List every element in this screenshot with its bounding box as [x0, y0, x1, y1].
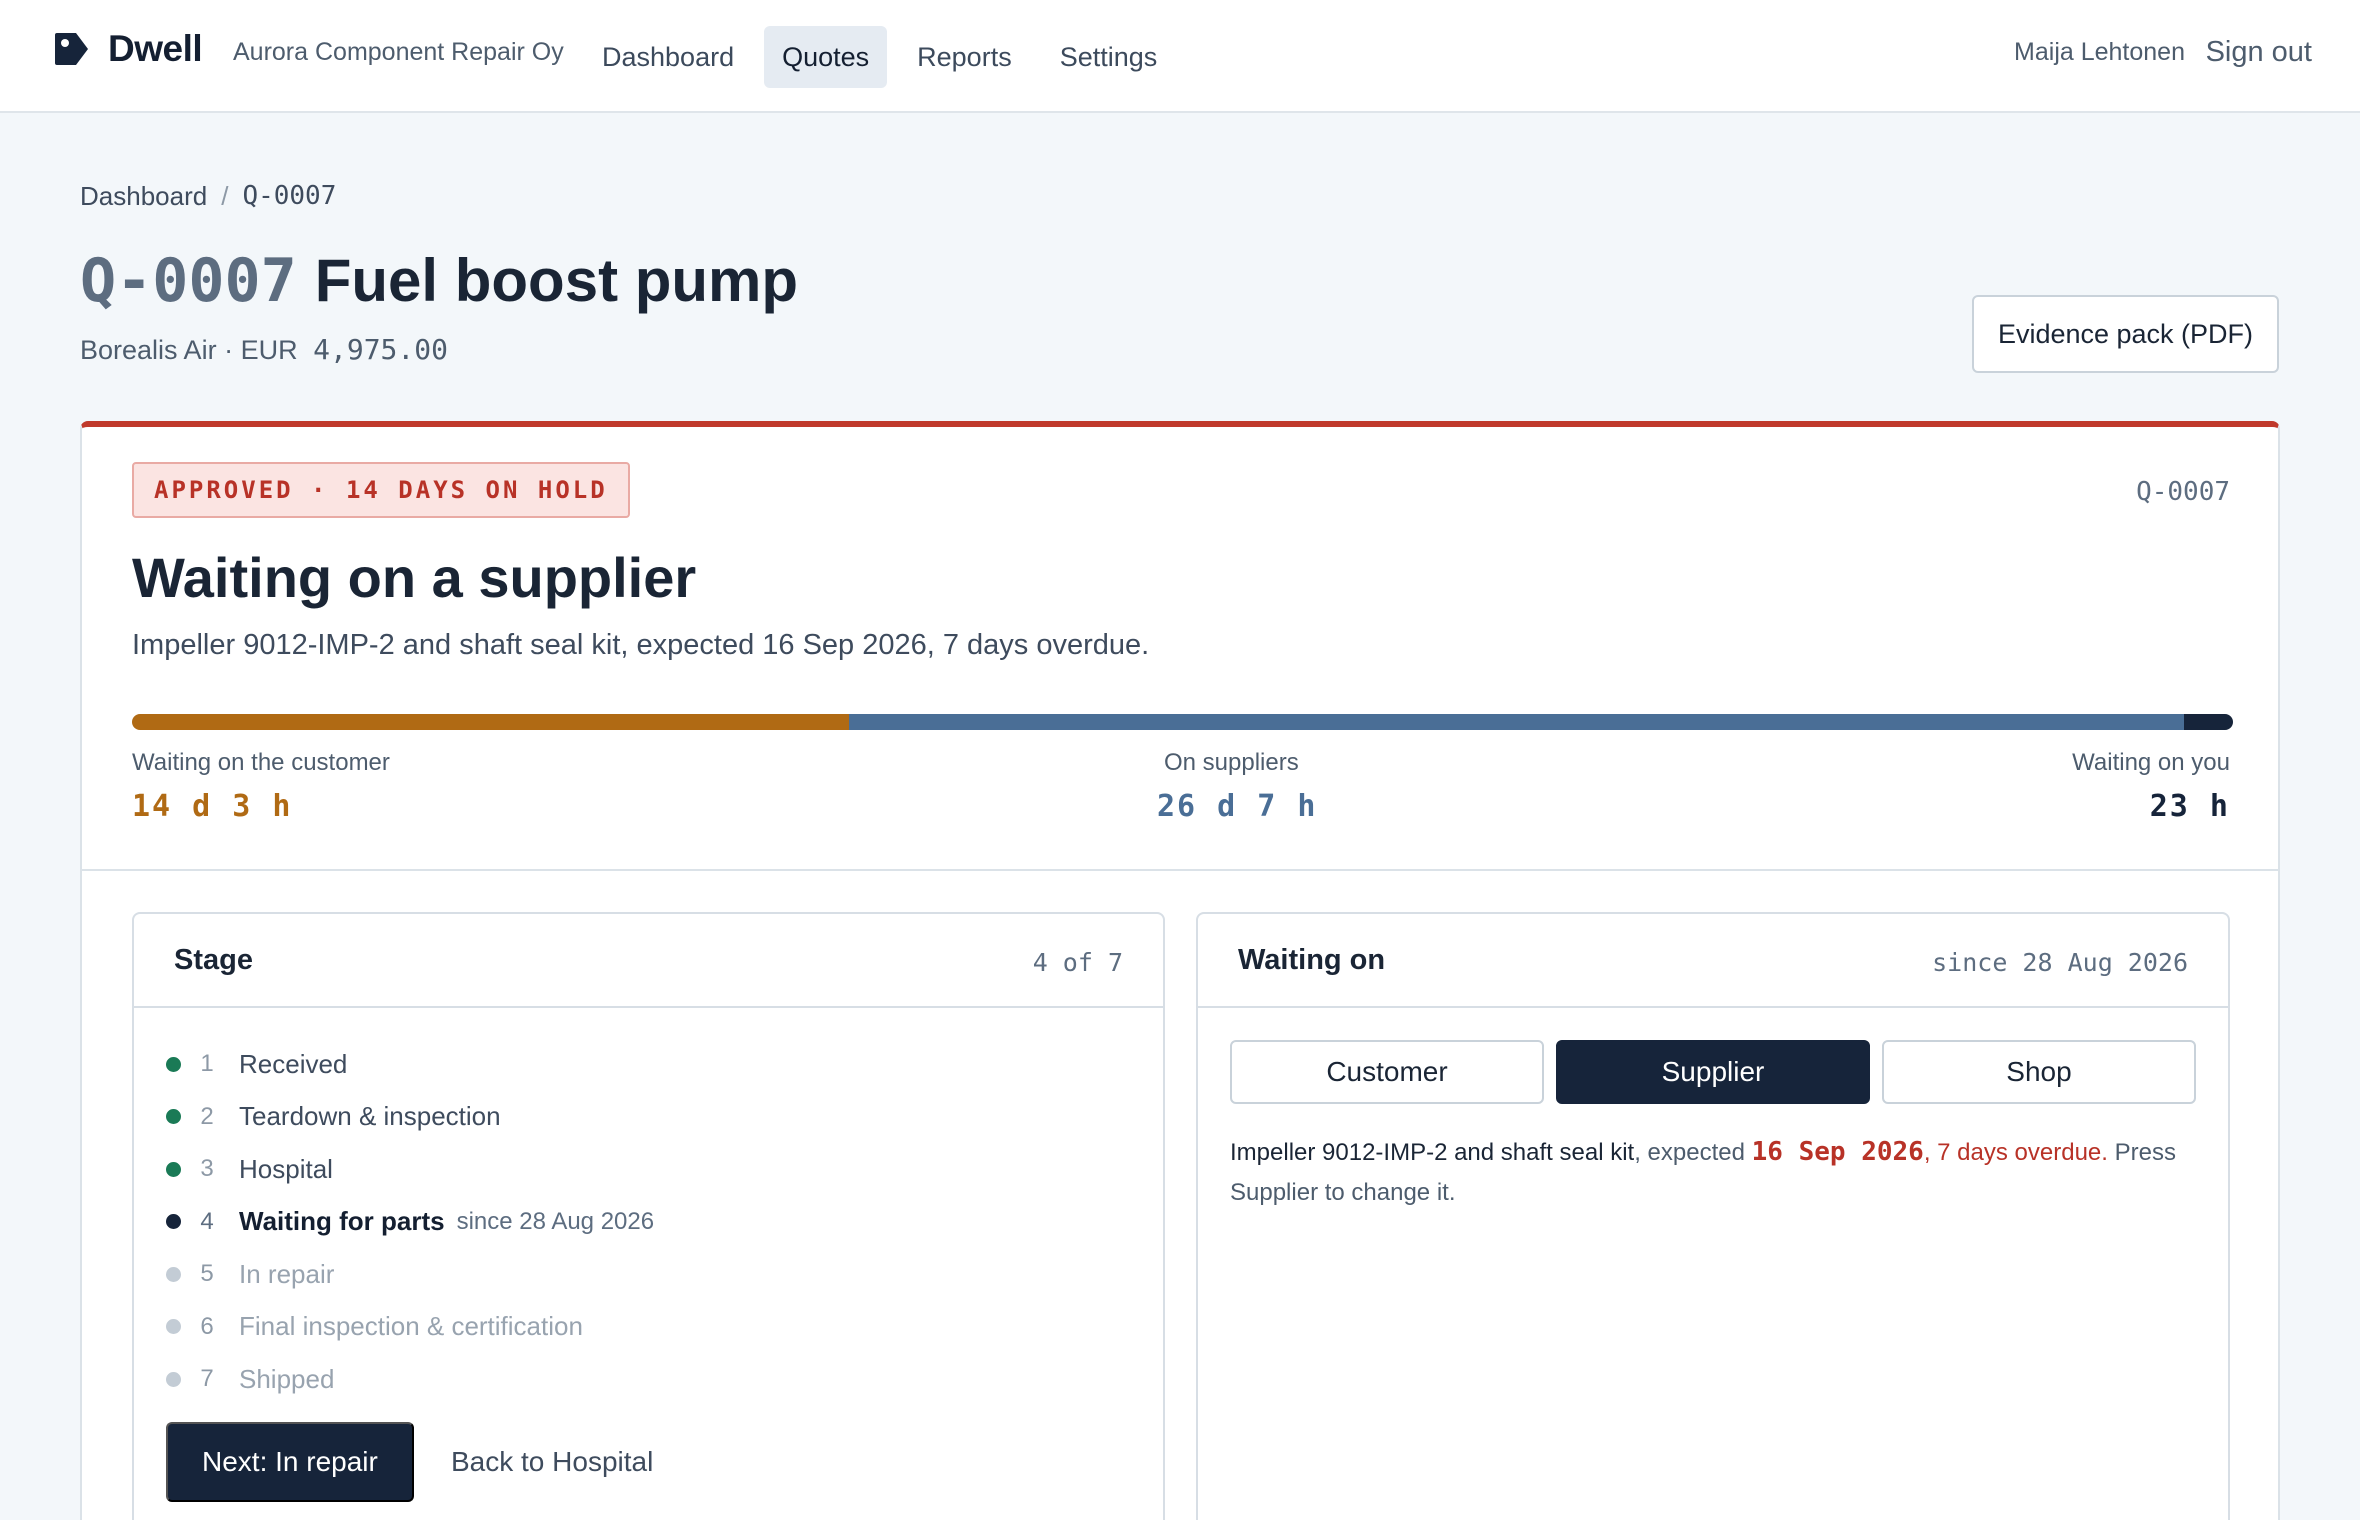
stage-list: 1 Received 2 Teardown & inspection 3 Hos…: [166, 1038, 654, 1406]
dwell-value-supplier: 26 d 7 h: [1157, 789, 1318, 824]
status-card: APPROVED · 14 DAYS ON HOLD Q-0007 Waitin…: [80, 421, 2280, 1520]
stage-item: 3 Hospital: [166, 1143, 654, 1196]
user-name: Maija Lehtonen: [2014, 38, 2185, 66]
breadcrumb-separator: /: [221, 181, 229, 211]
status-headline: Waiting on a supplier: [132, 546, 697, 609]
stage-number: 1: [200, 1050, 214, 1078]
waiting-panel-header: Waiting on since 28 Aug 2026: [1198, 914, 2228, 1008]
dwell-label-customer: Waiting on the customer: [132, 749, 390, 776]
stage-item: 1 Received: [166, 1038, 654, 1091]
nav-settings[interactable]: Settings: [1042, 26, 1176, 88]
organization-name: Aurora Component Repair Oy: [233, 38, 564, 66]
stage-number: 4: [200, 1207, 214, 1235]
stage-number: 7: [200, 1365, 214, 1393]
stage-name: Teardown & inspection: [239, 1101, 501, 1132]
sign-out-link[interactable]: Sign out: [2206, 36, 2312, 69]
brand-name: Dwell: [108, 28, 203, 69]
stage-complete-dot-icon: [166, 1056, 181, 1072]
dwell-label-shop: Waiting on you: [2072, 749, 2230, 776]
breadcrumb-current: Q-0007: [242, 181, 337, 211]
status-badge: APPROVED · 14 DAYS ON HOLD: [132, 462, 630, 518]
stage-complete-dot-icon: [166, 1161, 181, 1177]
toggle-supplier[interactable]: Supplier: [1556, 1040, 1870, 1104]
quote-amount: 4,975.00: [313, 333, 448, 366]
breadcrumb: Dashboard / Q-0007: [80, 181, 336, 212]
toggle-shop[interactable]: Shop: [1882, 1040, 2196, 1104]
currency: EUR: [240, 335, 298, 365]
dwell-segment-supplier: [849, 714, 2185, 730]
waiting-since: since 28 Aug 2026: [1932, 948, 2188, 977]
nav-reports[interactable]: Reports: [899, 26, 1030, 88]
tag-icon: [55, 33, 88, 65]
stage-item: 5 In repair: [166, 1248, 654, 1301]
stage-panel-title: Stage: [174, 944, 253, 976]
next-stage-button[interactable]: Next: In repair: [166, 1422, 414, 1502]
back-stage-link[interactable]: Back to Hospital: [451, 1446, 653, 1478]
stage-pending-dot-icon: [166, 1371, 181, 1387]
stage-name: Final inspection & certification: [239, 1311, 583, 1342]
top-bar: Dwell Aurora Component Repair Oy Dashboa…: [0, 0, 2360, 113]
stage-name: In repair: [239, 1258, 335, 1289]
quote-title: Fuel boost pump: [314, 247, 799, 314]
stage-progress: 4 of 7: [1032, 948, 1123, 977]
stage-complete-dot-icon: [166, 1109, 181, 1125]
quote-subtitle: Borealis Air · EUR 4,975.00: [80, 333, 448, 366]
page-title: Q-0007 Fuel boost pump: [80, 246, 798, 316]
stage-since: since 28 Aug 2026: [456, 1207, 655, 1235]
stage-item: 7 Shipped: [166, 1353, 654, 1406]
stage-pending-dot-icon: [166, 1319, 181, 1335]
main-nav: Dashboard Quotes Reports Settings: [584, 26, 1187, 88]
stage-number: 6: [200, 1312, 214, 1340]
dwell-segment-shop: [2184, 714, 2233, 730]
stage-item-current: 4 Waiting for parts since 28 Aug 2026: [166, 1196, 654, 1249]
waiting-description: Impeller 9012-IMP-2 and shaft seal kit, …: [1230, 1132, 2200, 1213]
customer-name: Borealis Air: [80, 335, 217, 365]
stage-name: Waiting for parts: [239, 1206, 445, 1237]
waiting-expected-prefix: , expected: [1634, 1139, 1752, 1166]
waiting-overdue: , 7 days overdue.: [1923, 1139, 2108, 1166]
nav-quotes[interactable]: Quotes: [764, 26, 888, 88]
stage-number: 3: [200, 1155, 214, 1183]
stage-item: 6 Final inspection & certification: [166, 1301, 654, 1354]
stage-current-dot-icon: [166, 1214, 181, 1230]
evidence-pack-button[interactable]: Evidence pack (PDF): [1972, 295, 2279, 373]
waiting-on-panel: Waiting on since 28 Aug 2026 Customer Su…: [1196, 912, 2230, 1520]
nav-dashboard[interactable]: Dashboard: [584, 26, 752, 88]
stage-number: 2: [200, 1102, 214, 1130]
waiting-panel-title: Waiting on: [1238, 944, 1386, 976]
stage-number: 5: [200, 1260, 214, 1288]
stage-panel: Stage 4 of 7 1 Received 2 Teardown & ins…: [132, 912, 1165, 1520]
dwell-label-supplier: On suppliers: [1164, 749, 1299, 776]
stage-name: Hospital: [239, 1153, 333, 1184]
dwell-value-customer: 14 d 3 h: [132, 789, 293, 824]
card-divider: [82, 869, 2278, 871]
stage-item: 2 Teardown & inspection: [166, 1091, 654, 1144]
dwell-bar: [132, 714, 2233, 730]
quote-id: Q-0007: [80, 246, 297, 316]
card-quote-id: Q-0007: [2136, 477, 2230, 507]
dwell-value-shop: 23 h: [2149, 789, 2230, 824]
brand[interactable]: Dwell: [52, 28, 203, 70]
toggle-customer[interactable]: Customer: [1230, 1040, 1544, 1104]
status-description: Impeller 9012-IMP-2 and shaft seal kit, …: [132, 629, 1150, 661]
waiting-item: Impeller 9012-IMP-2 and shaft seal kit: [1230, 1139, 1635, 1166]
subtitle-separator: ·: [224, 335, 234, 365]
stage-panel-header: Stage 4 of 7: [134, 914, 1163, 1008]
breadcrumb-dashboard[interactable]: Dashboard: [80, 181, 207, 212]
dwell-segment-customer: [132, 714, 850, 730]
stage-name: Received: [239, 1048, 348, 1079]
stage-name: Shipped: [239, 1363, 335, 1394]
waiting-expected-date: 16 Sep 2026: [1751, 1137, 1924, 1167]
waiting-on-toggle: Customer Supplier Shop: [1230, 1040, 2208, 1104]
stage-pending-dot-icon: [166, 1266, 181, 1282]
